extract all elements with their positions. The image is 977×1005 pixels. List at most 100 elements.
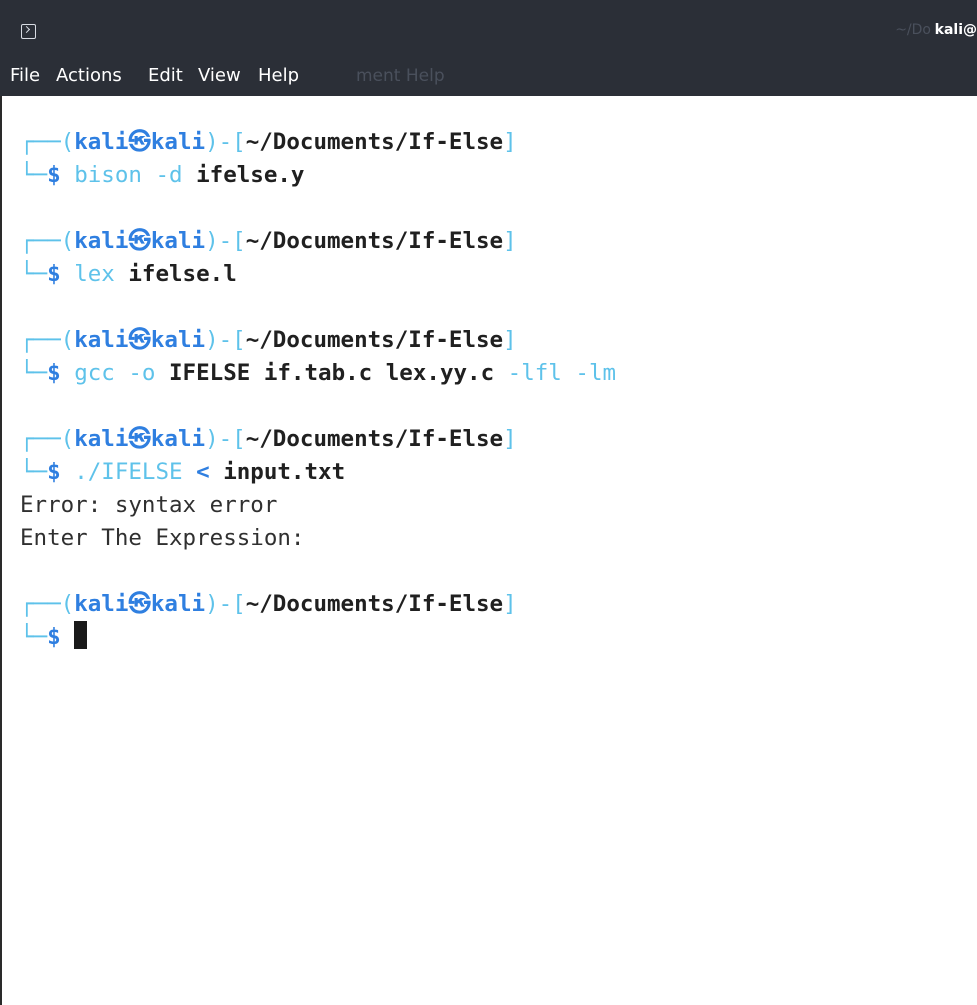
menu-edit[interactable]: Edit bbox=[148, 65, 183, 86]
prompt-at-symbol: ㉿ bbox=[128, 426, 151, 452]
terminal-output: ┌──(kali㉿kali)-[~/Documents/If-Else] └─$ … bbox=[20, 126, 616, 654]
command-token: -d bbox=[141, 162, 197, 188]
prompt-at-symbol: ㉿ bbox=[128, 228, 151, 254]
command-token: ./IFELSE bbox=[74, 459, 183, 485]
command-token: input.txt bbox=[223, 459, 346, 485]
prompt-corner-top: ┌── bbox=[20, 129, 61, 155]
prompt-corner-top: ┌── bbox=[20, 426, 61, 452]
prompt-at-symbol: ㉿ bbox=[128, 129, 151, 155]
prompt-host: kali bbox=[150, 327, 206, 353]
prompt-cwd: ~/Documents/If-Else bbox=[245, 591, 504, 617]
prompt-close-paren: ) bbox=[205, 327, 219, 353]
command-line: └─$ ./IFELSE < input.txt bbox=[20, 456, 616, 489]
menu-actions[interactable]: Actions bbox=[56, 65, 122, 86]
menu-file[interactable]: File bbox=[10, 65, 40, 86]
prompt-open-paren: ( bbox=[60, 426, 75, 452]
prompt-close-paren: ) bbox=[205, 591, 219, 617]
prompt-host: kali bbox=[150, 129, 206, 155]
prompt-dash: - bbox=[218, 591, 233, 617]
command-token: ifelse.y bbox=[196, 162, 305, 188]
prompt-cwd: ~/Documents/If-Else bbox=[245, 426, 504, 452]
prompt-dollar: $ bbox=[47, 624, 61, 650]
prompt-open-paren: ( bbox=[60, 591, 75, 617]
prompt-open-bracket: [ bbox=[232, 327, 246, 353]
prompt-open-bracket: [ bbox=[232, 228, 246, 254]
prompt-corner-top: ┌── bbox=[20, 327, 61, 353]
active-command-line: └─$ bbox=[20, 621, 616, 654]
command-token: gcc bbox=[74, 360, 115, 386]
menu-view[interactable]: View bbox=[198, 65, 241, 86]
prompt-open-paren: ( bbox=[60, 129, 75, 155]
prompt-cwd: ~/Documents/If-Else bbox=[245, 327, 504, 353]
prompt-corner-bottom: └─ bbox=[20, 624, 48, 650]
command-line: └─$ gcc -o IFELSE if.tab.c lex.yy.c -lfl… bbox=[20, 357, 616, 390]
title-ghost-text: ~/Do bbox=[895, 22, 931, 38]
terminal-area[interactable]: ┌──(kali㉿kali)-[~/Documents/If-Else] └─$ … bbox=[0, 96, 977, 1005]
command-token: bison bbox=[74, 162, 142, 188]
prompt-user: kali bbox=[74, 129, 129, 155]
command-line: └─$ bison -d ifelse.y bbox=[20, 159, 616, 192]
prompt-user: kali bbox=[74, 228, 129, 254]
prompt-close-bracket: ] bbox=[503, 426, 517, 452]
terminal-window: ~/Do kali@ ment Help File Actions Edit V… bbox=[0, 0, 977, 1005]
prompt-host: kali bbox=[150, 426, 206, 452]
prompt-host: kali bbox=[150, 591, 206, 617]
prompt-close-paren: ) bbox=[205, 228, 219, 254]
command-token: -lfl -lm bbox=[494, 360, 617, 386]
prompt-close-bracket: ] bbox=[503, 591, 517, 617]
output-text: Enter The Expression: bbox=[20, 525, 305, 551]
command-token: ifelse.l bbox=[128, 261, 237, 287]
prompt-close-bracket: ] bbox=[503, 129, 517, 155]
prompt-user: kali bbox=[74, 327, 129, 353]
prompt-dash: - bbox=[218, 327, 233, 353]
terminal-icon[interactable] bbox=[21, 24, 36, 39]
prompt-line: ┌──(kali㉿kali)-[~/Documents/If-Else] bbox=[20, 225, 616, 258]
prompt-dash: - bbox=[218, 228, 233, 254]
command-token bbox=[115, 261, 129, 287]
prompt-corner-bottom: └─ bbox=[20, 360, 48, 386]
text-cursor[interactable] bbox=[74, 621, 88, 649]
menu-ghost-text: ment Help bbox=[356, 66, 445, 86]
prompt-user: kali bbox=[74, 426, 129, 452]
command-token: < bbox=[182, 459, 224, 485]
prompt-line: ┌──(kali㉿kali)-[~/Documents/If-Else] bbox=[20, 588, 616, 621]
prompt-at-symbol: ㉿ bbox=[128, 591, 151, 617]
title-bar: ~/Do kali@ bbox=[0, 0, 977, 56]
prompt-dollar: $ bbox=[47, 261, 61, 287]
prompt-dollar: $ bbox=[47, 360, 61, 386]
command-token: lex bbox=[74, 261, 115, 287]
prompt-cwd: ~/Documents/If-Else bbox=[245, 129, 504, 155]
prompt-at-symbol: ㉿ bbox=[128, 327, 151, 353]
prompt-line: ┌──(kali㉿kali)-[~/Documents/If-Else] bbox=[20, 126, 616, 159]
prompt-corner-top: ┌── bbox=[20, 591, 61, 617]
prompt-close-paren: ) bbox=[205, 129, 219, 155]
prompt-dash: - bbox=[218, 129, 233, 155]
command-line: └─$ lex ifelse.l bbox=[20, 258, 616, 291]
prompt-open-paren: ( bbox=[60, 327, 75, 353]
menu-help[interactable]: Help bbox=[258, 65, 299, 86]
prompt-open-paren: ( bbox=[60, 228, 75, 254]
prompt-open-bracket: [ bbox=[232, 426, 246, 452]
prompt-line: ┌──(kali㉿kali)-[~/Documents/If-Else] bbox=[20, 324, 616, 357]
prompt-line: ┌──(kali㉿kali)-[~/Documents/If-Else] bbox=[20, 423, 616, 456]
prompt-host: kali bbox=[150, 228, 206, 254]
prompt-close-bracket: ] bbox=[503, 228, 517, 254]
output-line: Error: syntax error bbox=[20, 489, 616, 522]
prompt-user: kali bbox=[74, 591, 129, 617]
command-token: IFELSE if.tab.c lex.yy.c bbox=[169, 360, 495, 386]
window-title: kali@ bbox=[934, 22, 977, 38]
prompt-cwd: ~/Documents/If-Else bbox=[245, 228, 504, 254]
prompt-close-bracket: ] bbox=[503, 327, 517, 353]
prompt-dollar: $ bbox=[47, 162, 61, 188]
output-line: Enter The Expression: bbox=[20, 522, 616, 555]
prompt-corner-bottom: └─ bbox=[20, 261, 48, 287]
